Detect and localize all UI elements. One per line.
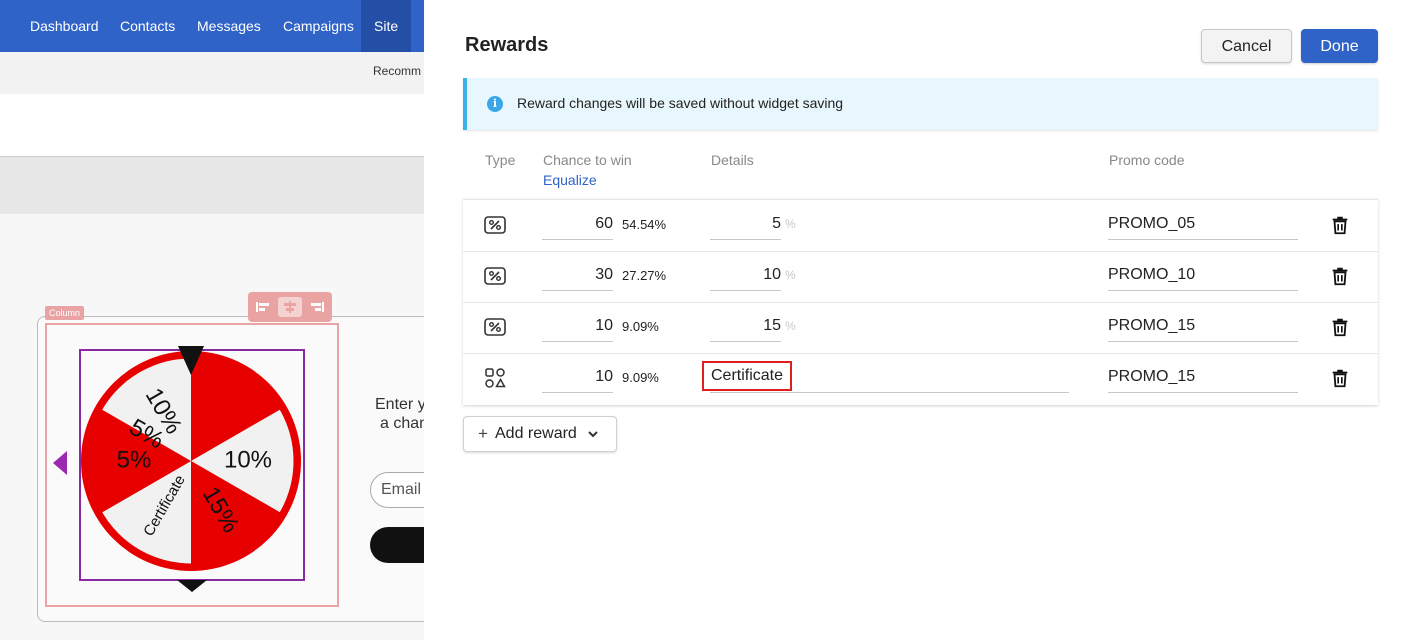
col-header-type: Type xyxy=(485,152,516,168)
chance-percent: 54.54% xyxy=(622,217,667,232)
plus-icon: + xyxy=(478,424,488,443)
panel-title: Rewards xyxy=(465,34,549,56)
chance-percent: 9.09% xyxy=(622,319,659,334)
trash-icon[interactable] xyxy=(1329,316,1351,338)
promo-code-input[interactable]: PROMO_05 xyxy=(1108,212,1298,240)
trash-icon[interactable] xyxy=(1329,367,1351,389)
nav-campaigns[interactable]: Campaigns xyxy=(270,0,367,52)
done-button[interactable]: Done xyxy=(1301,29,1378,63)
details-text-value[interactable]: Certificate xyxy=(702,361,793,391)
discount-percent-icon[interactable] xyxy=(483,315,507,339)
column-tag: Column xyxy=(45,306,85,320)
equalize-link[interactable]: Equalize xyxy=(543,172,597,188)
col-header-promo: Promo code xyxy=(1109,152,1185,168)
details-unit: % xyxy=(785,217,796,231)
chance-percent: 27.27% xyxy=(622,268,667,283)
info-banner: i Reward changes will be saved without w… xyxy=(463,78,1378,130)
email-placeholder: Email xyxy=(381,481,422,498)
nav-messages[interactable]: Messages xyxy=(184,0,274,52)
align-toolbar xyxy=(248,292,332,322)
details-input[interactable]: 10 xyxy=(710,263,781,291)
rewards-panel: Rewards Cancel Done i Reward changes wil… xyxy=(424,0,1418,640)
chance-input[interactable]: 10 xyxy=(542,314,613,342)
col-header-details: Details xyxy=(711,152,754,168)
rewards-table: 60 54.54% 5 % PROMO_05 30 27.27% 10 % PR… xyxy=(463,199,1378,405)
add-reward-button[interactable]: + Add reward xyxy=(463,416,617,452)
align-center-icon[interactable] xyxy=(278,297,302,317)
info-icon: i xyxy=(487,96,503,112)
chance-input[interactable]: 10 xyxy=(542,365,613,393)
promo-code-input[interactable]: PROMO_10 xyxy=(1108,263,1298,291)
chance-percent: 9.09% xyxy=(622,370,659,385)
details-text-input[interactable]: Certificate xyxy=(702,361,1069,393)
custom-shapes-icon[interactable] xyxy=(483,366,507,390)
promo-code-input[interactable]: PROMO_15 xyxy=(1108,365,1298,393)
wheel-label-10: 10% xyxy=(224,446,272,473)
discount-percent-icon[interactable] xyxy=(483,213,507,237)
trash-icon[interactable] xyxy=(1329,265,1351,287)
wheel-bottom-arrow-icon xyxy=(177,580,207,592)
details-input[interactable]: 5 xyxy=(710,212,781,240)
nav-site[interactable]: Site xyxy=(361,0,412,52)
trash-icon[interactable] xyxy=(1329,214,1351,236)
details-input[interactable]: 15 xyxy=(710,314,781,342)
reward-row: 10 9.09% 15 % PROMO_15 xyxy=(463,302,1378,354)
info-text: Reward changes will be saved without wid… xyxy=(517,95,844,111)
form-text-line2: a chan xyxy=(380,415,429,432)
details-unit: % xyxy=(785,319,796,333)
fortune-wheel: 5% 10% 15% Certificate 5% 10% xyxy=(81,346,301,571)
form-text-line1: Enter y xyxy=(375,396,426,413)
chance-input[interactable]: 60 xyxy=(542,212,613,240)
align-right-icon[interactable] xyxy=(304,297,328,317)
chevron-down-icon xyxy=(588,431,598,438)
reward-row: 60 54.54% 5 % PROMO_05 xyxy=(463,200,1378,252)
resize-handle-icon[interactable] xyxy=(53,451,67,475)
align-left-icon[interactable] xyxy=(252,297,276,317)
col-header-chance: Chance to win xyxy=(543,152,632,168)
promo-code-input[interactable]: PROMO_15 xyxy=(1108,314,1298,342)
wheel-label-5b: 5% xyxy=(117,446,152,473)
cancel-button[interactable]: Cancel xyxy=(1201,29,1292,63)
add-reward-label: Add reward xyxy=(495,425,577,442)
reward-row: 30 27.27% 10 % PROMO_10 xyxy=(463,251,1378,303)
details-unit: % xyxy=(785,268,796,282)
nav-contacts[interactable]: Contacts xyxy=(107,0,188,52)
chance-input[interactable]: 30 xyxy=(542,263,613,291)
subbar-label: Recomm xyxy=(373,64,422,78)
nav-dashboard[interactable]: Dashboard xyxy=(17,0,112,52)
reward-row: 10 9.09% Certificate PROMO_15 xyxy=(463,353,1378,404)
discount-percent-icon[interactable] xyxy=(483,264,507,288)
